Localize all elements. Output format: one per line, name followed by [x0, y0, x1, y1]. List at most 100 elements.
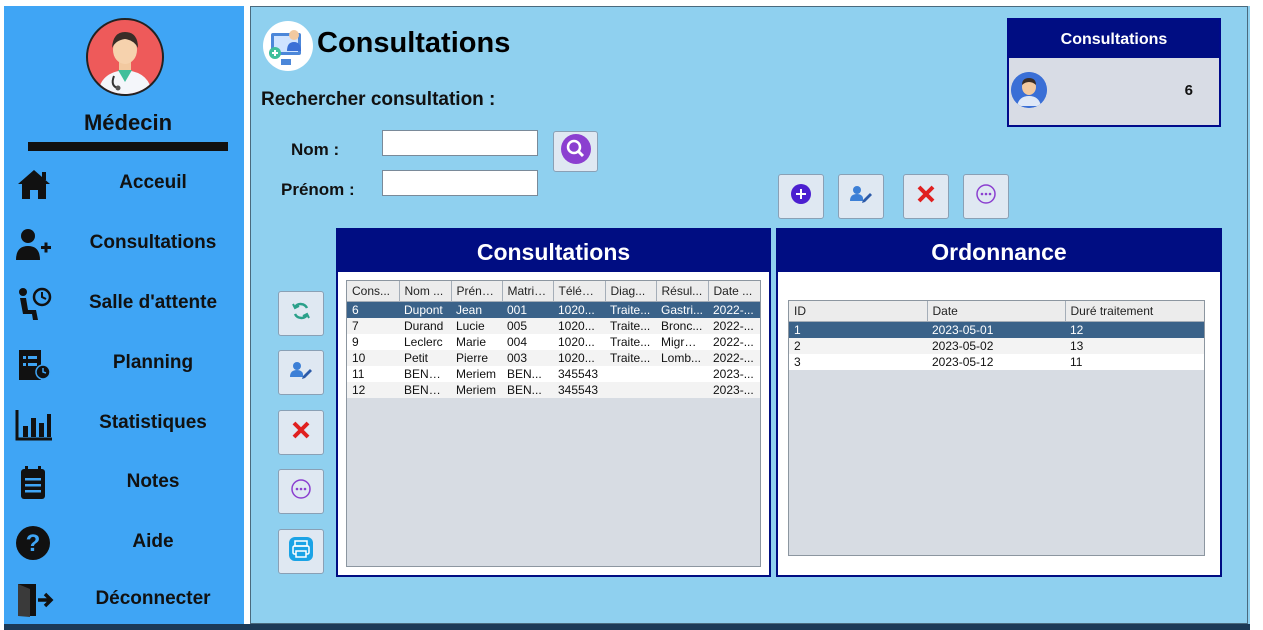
refresh-icon	[290, 300, 312, 327]
sidebar-item-label: Déconnecter	[95, 588, 211, 609]
column-header[interactable]: Résul...	[656, 281, 709, 302]
table-cell	[605, 366, 656, 382]
table-row[interactable]: 1 2023-05-01 12	[789, 321, 1204, 338]
sidebar-item-label: Notes	[126, 471, 180, 492]
doctor-avatar-icon	[86, 18, 164, 96]
table-cell: 12	[352, 383, 366, 397]
sidebar-item-deconnecter[interactable]: Déconnecter	[12, 578, 244, 622]
column-header[interactable]: Préno...	[451, 281, 503, 302]
table-row[interactable]: 11 BENA... Meriem BEN... 345543 2023-...	[347, 366, 760, 382]
table-cell: 6	[352, 303, 359, 317]
table-cell: 3	[794, 355, 801, 369]
column-header[interactable]: Matric...	[502, 281, 554, 302]
delete-side-button[interactable]	[278, 410, 324, 455]
search-button[interactable]	[553, 131, 598, 172]
table-cell: 345543	[558, 367, 599, 381]
table-cell: Meriem	[456, 367, 497, 381]
table-cell: Gastri...	[661, 303, 704, 317]
consultation-count-card: Consultations 6	[1007, 18, 1221, 127]
table-cell: 1020...	[558, 335, 595, 349]
column-header[interactable]: Duré traitement	[1065, 301, 1204, 322]
table-cell: 2023-05-02	[932, 339, 994, 353]
nom-input[interactable]	[382, 130, 538, 156]
sidebar-item-acceuil[interactable]: Acceuil	[12, 162, 244, 206]
consultations-panel: Consultations Cons... Nom ... Préno... Matr…	[336, 228, 771, 577]
table-cell: Migrai...	[661, 335, 704, 349]
more-dots-icon	[290, 478, 312, 505]
column-header[interactable]: Téléph...	[553, 281, 606, 302]
table-row[interactable]: 2 2023-05-02 13	[789, 338, 1204, 354]
table-cell: 2022-...	[713, 351, 754, 365]
column-header[interactable]: Diag...	[605, 281, 657, 302]
table-cell: 7	[352, 319, 359, 333]
logout-icon	[14, 582, 54, 618]
table-header-row: Cons... Nom ... Préno... Matric... Téléph...…	[347, 281, 760, 302]
sidebar-item-planning[interactable]: Planning	[12, 342, 244, 386]
table-cell: 1020...	[558, 303, 595, 317]
consultations-panel-title: Consultations	[338, 230, 769, 272]
ordonnance-table-container: ID Date Duré traitement 1 2023-05-01 12 2 2023…	[788, 300, 1205, 556]
delete-consultation-button[interactable]	[903, 174, 949, 219]
sidebar-item-statistiques[interactable]: Statistiques	[12, 402, 244, 446]
table-cell: BEN...	[507, 383, 542, 397]
table-cell: Meriem	[456, 383, 497, 397]
column-header[interactable]: Date ...	[708, 281, 760, 302]
table-cell: 005	[507, 319, 528, 333]
table-cell: 003	[507, 351, 528, 365]
column-header[interactable]: Date	[927, 301, 1066, 322]
table-cell: Petit	[404, 351, 429, 365]
table-cell: 1020...	[558, 351, 595, 365]
consultation-count: 6	[1184, 82, 1193, 99]
table-cell: Lomb...	[661, 351, 702, 365]
more-side-button[interactable]	[278, 469, 324, 514]
ordonnance-panel: Ordonnance ID Date Duré traitement 1 2023-0…	[776, 228, 1222, 577]
table-cell: 9	[352, 335, 359, 349]
prenom-input[interactable]	[382, 170, 538, 196]
table-row[interactable]: 12 BENA... Meriem BEN... 345543 2023-...	[347, 382, 760, 398]
table-cell	[656, 366, 708, 382]
table-cell: Traite...	[610, 351, 651, 365]
table-cell: Traite...	[610, 303, 651, 317]
column-header[interactable]: Cons...	[347, 281, 400, 302]
more-options-button[interactable]	[963, 174, 1009, 219]
table-cell: Jean	[456, 303, 483, 317]
sidebar-item-consultations[interactable]: Consultations	[12, 222, 244, 266]
add-consultation-button[interactable]	[778, 174, 824, 219]
table-cell: Traite...	[610, 319, 651, 333]
ordonnance-table: ID Date Duré traitement 1 2023-05-01 12 2 2023…	[789, 301, 1204, 370]
consultations-table: Cons... Nom ... Préno... Matric... Téléph...…	[347, 281, 760, 398]
table-row[interactable]: 3 2023-05-12 11	[789, 354, 1204, 370]
role-underline	[28, 142, 228, 151]
edit-consultation-button[interactable]	[838, 174, 884, 219]
sidebar-item-salle-attente[interactable]: Salle d'attente	[12, 282, 244, 326]
refresh-button[interactable]	[278, 291, 324, 336]
column-header[interactable]: ID	[789, 301, 928, 322]
printer-icon	[288, 536, 314, 567]
table-row[interactable]: 7 Durand Lucie 005 1020... Traite... Bronc... 2…	[347, 318, 760, 334]
table-cell: BENA...	[404, 383, 447, 397]
table-row[interactable]: 6 Dupont Jean 001 1020... Traite... Gastri... 2…	[347, 301, 760, 318]
table-cell: 2023-...	[713, 367, 754, 381]
sidebar-item-aide[interactable]: ? Aide	[12, 521, 244, 565]
sidebar-item-notes[interactable]: Notes	[12, 461, 244, 505]
table-cell: 2023-05-12	[932, 355, 994, 369]
close-icon	[291, 420, 311, 445]
edit-side-button[interactable]	[278, 350, 324, 395]
print-button[interactable]	[278, 529, 324, 574]
close-icon	[916, 184, 936, 209]
table-cell: Leclerc	[404, 335, 443, 349]
table-cell: Lucie	[456, 319, 485, 333]
help-icon: ?	[14, 525, 54, 561]
plus-icon	[790, 183, 812, 210]
table-cell: BENA...	[404, 367, 447, 381]
table-row[interactable]: 9 Leclerc Marie 004 1020... Traite... Migrai..…	[347, 334, 760, 350]
waiting-room-icon	[14, 286, 54, 322]
table-cell: 11	[1070, 355, 1083, 369]
table-cell: BEN...	[507, 367, 542, 381]
table-cell	[656, 382, 708, 398]
ordonnance-panel-title: Ordonnance	[778, 230, 1220, 272]
home-icon	[14, 166, 54, 202]
table-cell: 2022-...	[713, 303, 754, 317]
table-row[interactable]: 10 Petit Pierre 003 1020... Traite... Lomb... 2…	[347, 350, 760, 366]
column-header[interactable]: Nom ...	[399, 281, 452, 302]
